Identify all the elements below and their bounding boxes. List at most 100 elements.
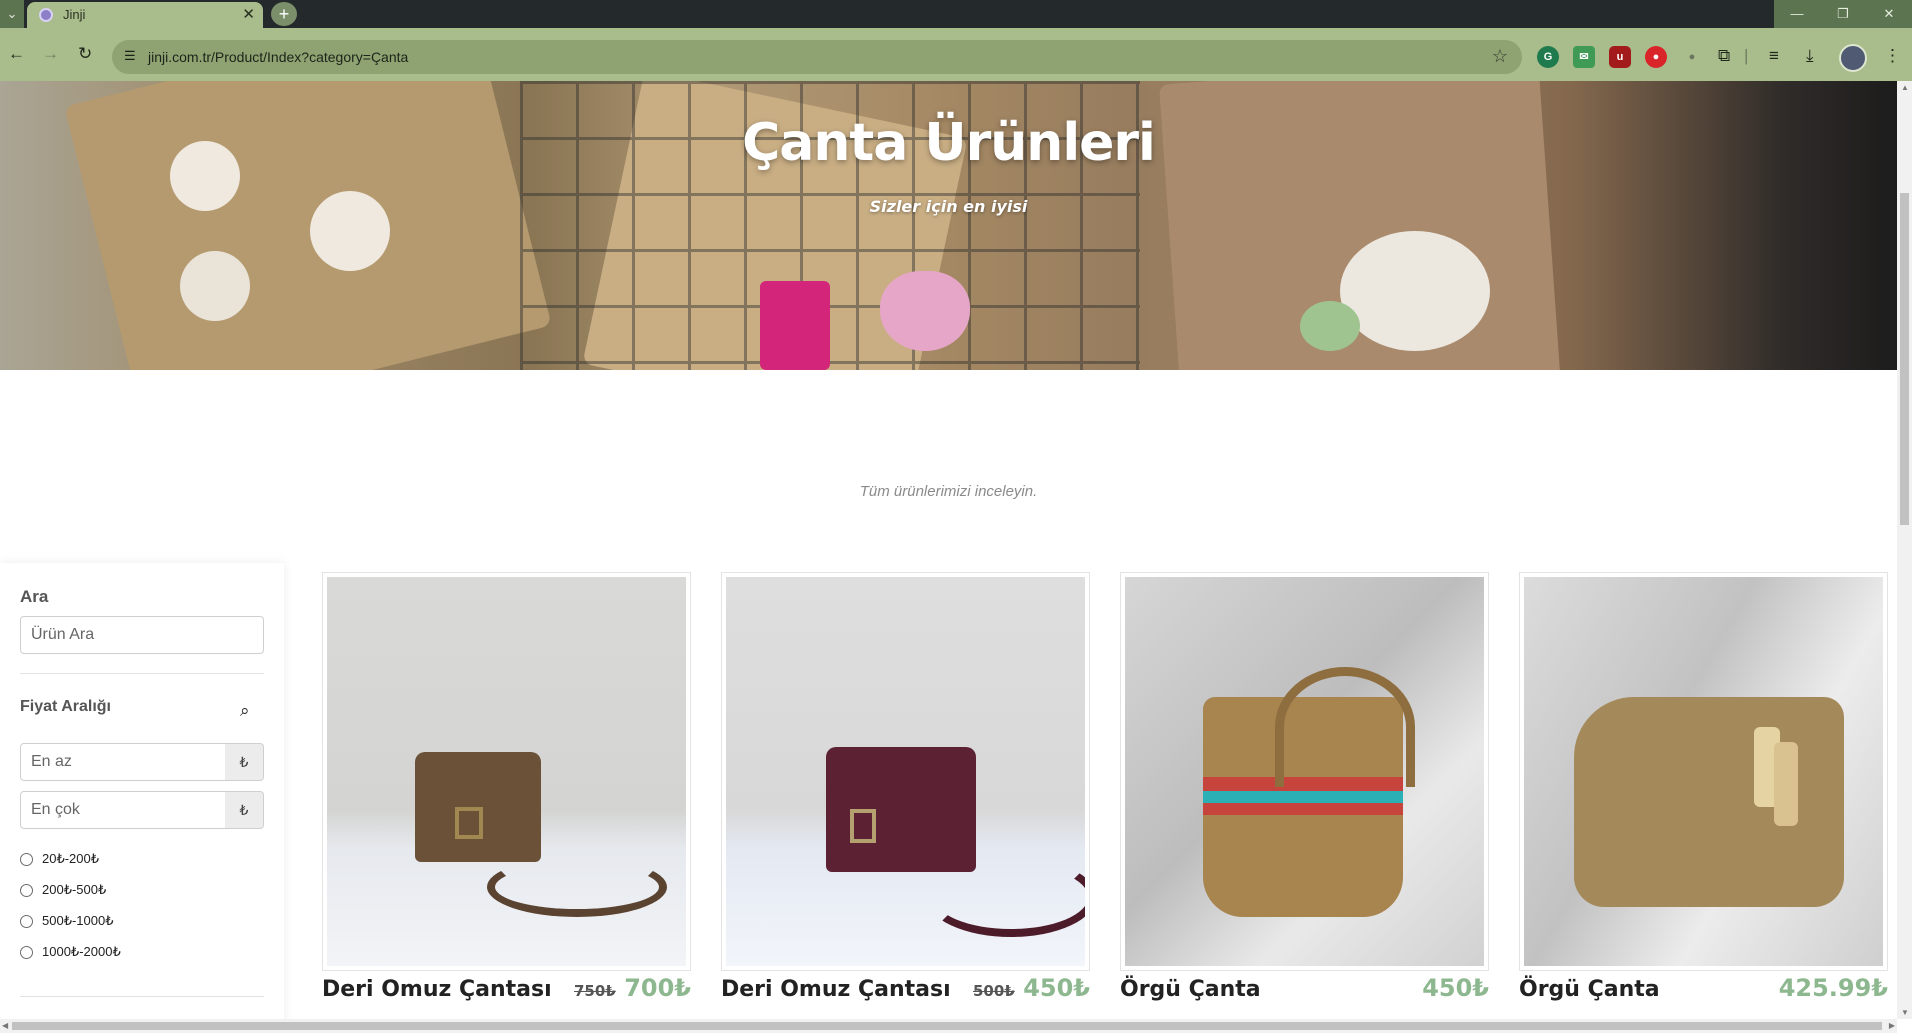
sidebar-divider: [20, 996, 264, 997]
forward-arrow-icon[interactable]: →: [42, 44, 59, 64]
tab-strip: ⌄ Jinji ✕ + — ❐ ✕: [0, 0, 1912, 28]
close-window-button[interactable]: ✕: [1866, 0, 1912, 28]
restore-button[interactable]: ❐: [1820, 0, 1866, 28]
straw-bag-image: [1574, 697, 1844, 907]
scroll-right-arrow-icon[interactable]: ▶: [1889, 1021, 1895, 1030]
bag-strap-image: [926, 857, 1085, 937]
tab-title: Jinji: [63, 7, 86, 22]
red-extension-icon[interactable]: ●: [1645, 46, 1667, 68]
radio-button[interactable]: [20, 883, 33, 897]
product-name[interactable]: Deri Omuz Çantası: [721, 977, 951, 1002]
product-photo[interactable]: [327, 577, 686, 966]
price-range-option[interactable]: 200₺-500₺: [20, 882, 106, 898]
back-arrow-icon[interactable]: ←: [8, 44, 25, 64]
active-tab[interactable]: Jinji ✕: [27, 2, 263, 28]
radio-button[interactable]: [20, 852, 33, 866]
product-photo[interactable]: [1524, 577, 1883, 966]
bookmark-star-icon[interactable]: ☆: [1492, 46, 1508, 67]
tassel-image: [1774, 742, 1798, 826]
old-price: 750₺: [574, 982, 616, 1000]
download-icon[interactable]: ⤓: [1806, 46, 1814, 66]
product-name[interactable]: Örgü Çanta: [1120, 977, 1261, 1002]
page-title: Çanta Ürünleri: [742, 113, 1156, 173]
teal-stripe-image: [1203, 791, 1403, 803]
scroll-down-arrow-icon[interactable]: ▼: [1901, 1008, 1909, 1017]
product-price: 750₺ 700₺: [574, 974, 691, 1002]
daisy-decoration: [180, 251, 250, 321]
site-favicon-icon: [39, 8, 53, 22]
scroll-left-arrow-icon[interactable]: ◀: [2, 1021, 8, 1030]
price-range-label: 200₺-500₺: [42, 882, 107, 897]
product-price: 425.99₺: [1779, 974, 1888, 1002]
heart-decoration: [880, 271, 970, 351]
price-range-option[interactable]: 500₺-1000₺: [20, 913, 113, 929]
product-image-frame[interactable]: [1519, 572, 1888, 971]
media-control-icon[interactable]: ≡: [1769, 46, 1779, 66]
currency-addon: ₺: [225, 791, 264, 829]
radio-button[interactable]: [20, 914, 33, 928]
price-range-label: 500₺-1000₺: [42, 913, 114, 928]
sidebar-divider: [20, 673, 264, 674]
bag-handle-image: [1275, 667, 1415, 787]
product-photo[interactable]: [1125, 577, 1484, 966]
radio-button[interactable]: [20, 945, 33, 959]
flower-bouquet-decoration: [1340, 231, 1490, 351]
letter-decoration: [760, 281, 830, 370]
search-heading: Ara: [20, 587, 49, 606]
current-price: 450₺: [1422, 974, 1489, 1002]
hero-banner: Çanta Ürünleri Sizler için en iyisi: [0, 81, 1897, 370]
product-image-frame[interactable]: [1120, 572, 1489, 971]
scroll-up-arrow-icon[interactable]: ▲: [1901, 83, 1909, 92]
search-icon[interactable]: ⌕: [240, 701, 250, 721]
bag-buckle-image: [850, 809, 876, 843]
url-text[interactable]: jinji.com.tr/Product/Index?category=Çant…: [148, 49, 408, 65]
product-price: 500₺ 450₺: [973, 974, 1090, 1002]
page-viewport: Çanta Ürünleri Sizler için en iyisi Tüm …: [0, 81, 1897, 1019]
browser-menu-icon[interactable]: ⋮: [1884, 46, 1901, 66]
horizontal-scroll-thumb[interactable]: [12, 1022, 1882, 1030]
window-controls: — ❐ ✕: [1774, 0, 1912, 28]
max-price-input[interactable]: En çok: [20, 791, 226, 829]
close-icon[interactable]: ✕: [242, 5, 255, 23]
product-name[interactable]: Örgü Çanta: [1519, 977, 1660, 1002]
tab-search-button[interactable]: ⌄: [0, 0, 24, 28]
product-search-input[interactable]: Ürün Ara: [20, 616, 264, 654]
current-price: 425.99₺: [1778, 974, 1888, 1002]
price-range-option[interactable]: 1000₺-2000₺: [20, 944, 121, 960]
site-info-icon[interactable]: ☰: [124, 48, 136, 64]
price-range-label: 20₺-200₺: [42, 851, 100, 866]
burgundy-leather-bag-image: [826, 747, 976, 872]
vertical-scrollbar[interactable]: ▲ ▼: [1897, 81, 1912, 1019]
old-price: 500₺: [973, 982, 1015, 1000]
ublock-extension-icon[interactable]: u: [1609, 46, 1631, 68]
address-bar[interactable]: ☰ jinji.com.tr/Product/Index?category=Ça…: [112, 40, 1522, 74]
min-price-input[interactable]: En az: [20, 743, 226, 781]
current-price: 450₺: [1023, 974, 1090, 1002]
intro-text: Tüm ürünlerimizi inceleyin.: [859, 483, 1038, 500]
bag-buckle-image: [455, 807, 483, 839]
mic-extension-icon[interactable]: ●: [1681, 46, 1703, 68]
reload-icon[interactable]: ↻: [78, 44, 92, 64]
currency-addon: ₺: [225, 743, 264, 781]
extensions-puzzle-icon[interactable]: ⧉: [1718, 46, 1730, 66]
filter-sidebar: Ara Ürün Ara Fiyat Aralığı ⌕ En az ₺ En …: [0, 563, 284, 1019]
product-name[interactable]: Deri Omuz Çantası: [322, 977, 552, 1002]
red-stripe-image: [1203, 803, 1403, 815]
new-tab-button[interactable]: +: [271, 2, 297, 26]
leaf-decoration: [1300, 301, 1360, 351]
horizontal-scrollbar[interactable]: ◀ ▶: [0, 1019, 1897, 1033]
current-price: 700₺: [624, 974, 691, 1002]
price-range-label: 1000₺-2000₺: [42, 944, 121, 959]
product-price: 450₺: [1422, 974, 1489, 1002]
profile-avatar[interactable]: [1839, 44, 1867, 72]
product-image-frame[interactable]: [322, 572, 691, 971]
product-photo[interactable]: [726, 577, 1085, 966]
grammarly-extension-icon[interactable]: G: [1537, 46, 1559, 68]
minimize-button[interactable]: —: [1774, 0, 1820, 28]
price-range-option[interactable]: 20₺-200₺: [20, 851, 99, 867]
vertical-scroll-thumb[interactable]: [1900, 193, 1909, 525]
mail-extension-icon[interactable]: ✉: [1573, 46, 1595, 68]
product-image-frame[interactable]: [721, 572, 1090, 971]
bag-strap-image: [487, 857, 667, 917]
price-range-heading: Fiyat Aralığı: [20, 698, 111, 715]
